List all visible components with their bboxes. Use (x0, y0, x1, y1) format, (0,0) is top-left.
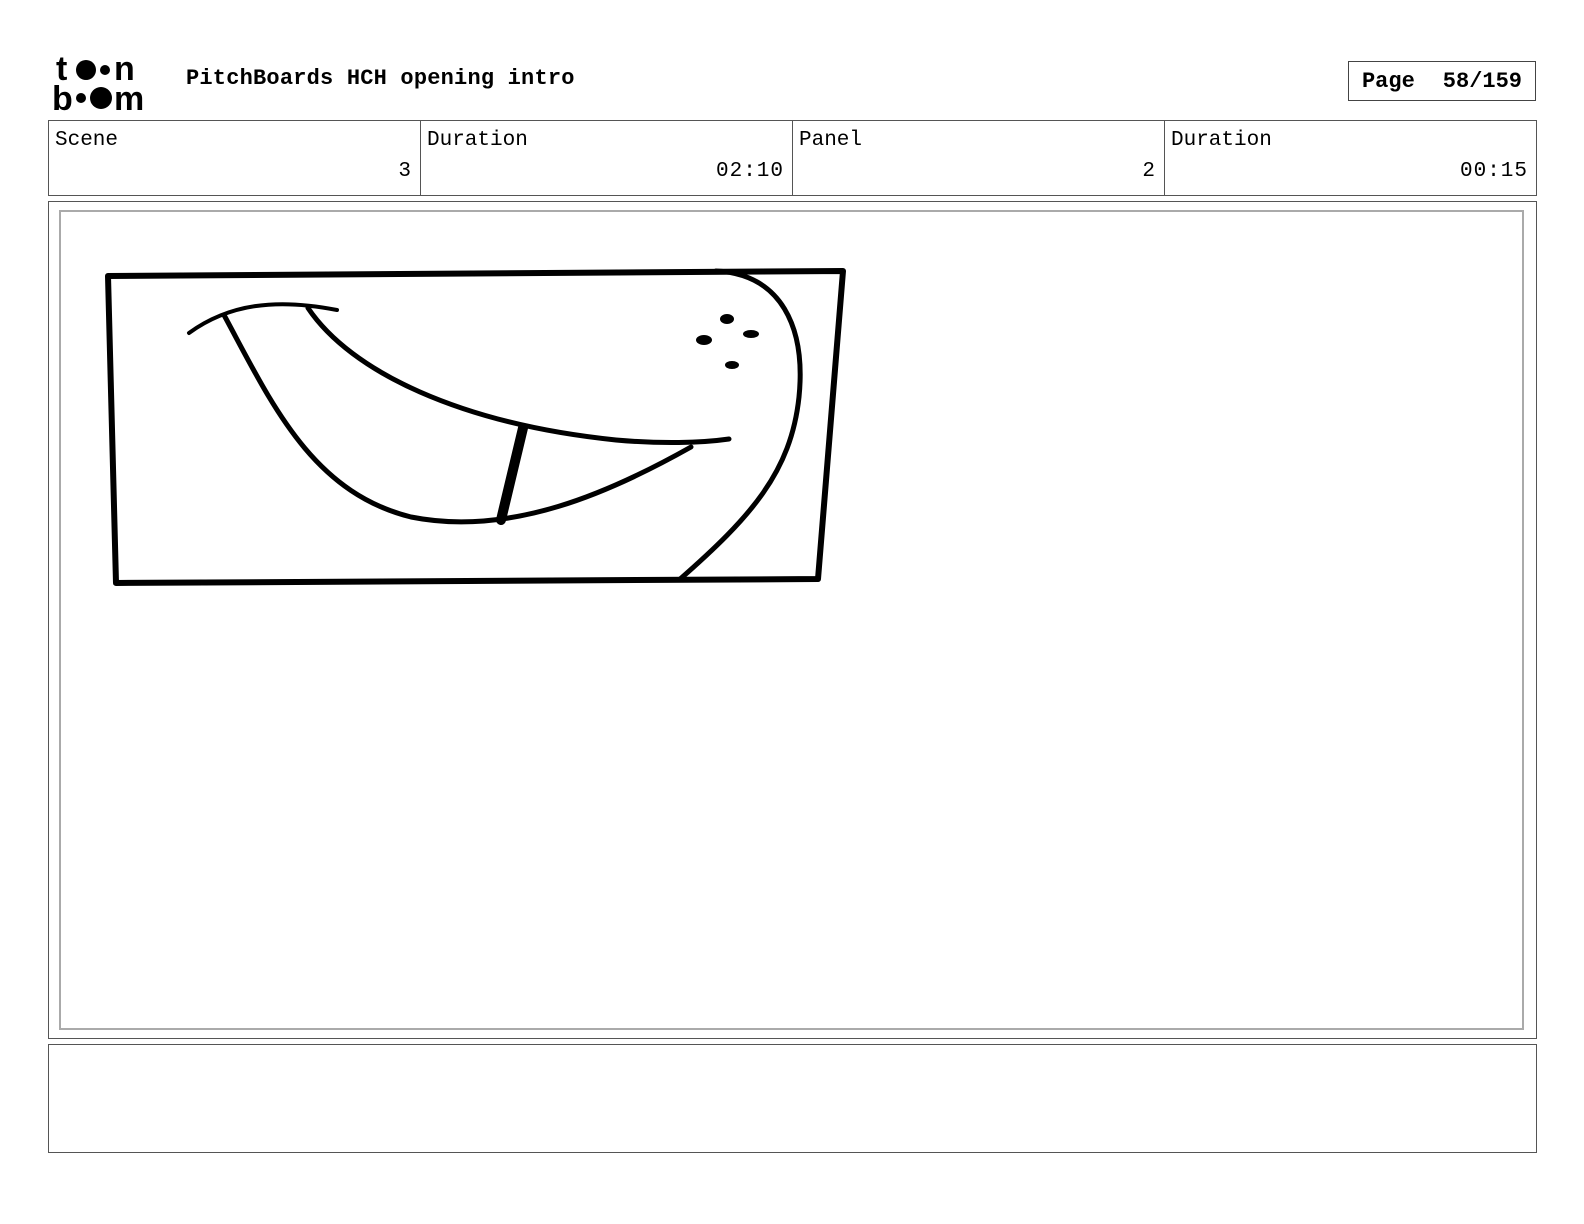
sketch-dot-4 (725, 361, 739, 369)
panel-notes-box (48, 1044, 1537, 1153)
sketch-tooth (496, 423, 528, 525)
page-number: 58/159 (1442, 68, 1523, 94)
scene-duration-value: 02:10 (715, 160, 784, 183)
scene-info-table: Scene 3 Duration 02:10 Panel 2 Duration … (48, 120, 1537, 196)
page-label: Page (1361, 68, 1415, 94)
panel-sketch (105, 268, 846, 586)
scene-label: Scene (55, 129, 119, 152)
sketch-dot-1 (720, 314, 734, 324)
storyboard-panel (48, 201, 1537, 1039)
svg-text:m: m (114, 80, 144, 114)
document-title: PitchBoards HCH opening intro (186, 66, 575, 91)
panel-duration-cell: Duration 00:15 (1165, 121, 1536, 195)
sketch-dot-2 (696, 335, 712, 345)
panel-frame (59, 210, 1524, 1030)
sketch-dot-3 (743, 330, 759, 338)
scene-value: 3 (398, 160, 412, 183)
scene-duration-cell: Duration 02:10 (421, 121, 793, 195)
scene-duration-label: Duration (427, 129, 528, 152)
panel-label: Panel (799, 129, 863, 152)
panel-value: 2 (1142, 160, 1156, 183)
sketch-lip-fold (305, 305, 732, 446)
panel-duration-label: Duration (1171, 129, 1272, 152)
svg-text:b: b (52, 80, 73, 114)
toon-boom-logo: t n b m (52, 50, 144, 114)
panel-duration-value: 00:15 (1459, 160, 1528, 183)
page-indicator: Page 58/159 (1348, 61, 1536, 101)
scene-cell: Scene 3 (49, 121, 421, 195)
panel-cell: Panel 2 (793, 121, 1165, 195)
sketch-lower-mouth (221, 312, 694, 525)
sketch-head-curve (676, 268, 803, 583)
